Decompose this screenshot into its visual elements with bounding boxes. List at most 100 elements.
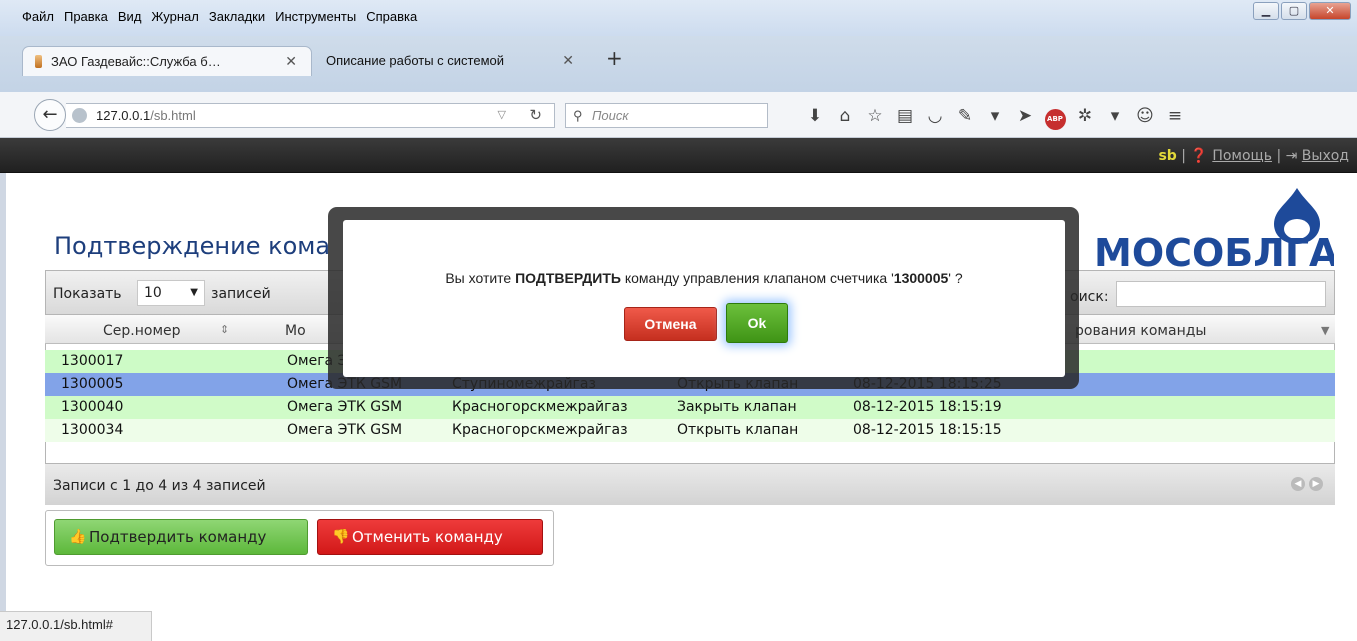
- home-icon[interactable]: ⌂: [830, 104, 860, 130]
- menu-file[interactable]: Файл: [22, 9, 54, 24]
- table-footer: Записи с 1 до 4 из 4 записей ◀ ▶: [45, 463, 1335, 505]
- status-bar: 127.0.0.1/sb.html#: [0, 611, 152, 641]
- cell-serial: 1300005: [61, 376, 124, 392]
- addon-icon[interactable]: ✲: [1070, 104, 1100, 130]
- col-command-time[interactable]: рования команды: [1075, 323, 1206, 339]
- cell-time: 08-12-2015 18:15:19: [853, 399, 1002, 415]
- thumbs-down-icon: 👎: [332, 529, 350, 545]
- tab-description[interactable]: Описание работы с системой ✕: [318, 46, 588, 76]
- separator: |: [1181, 148, 1186, 164]
- page-title: Подтверждение кома: [54, 232, 331, 260]
- bookmark-star-icon[interactable]: ☆: [860, 104, 890, 130]
- cancel-command-button[interactable]: 👎 Отменить команду: [317, 519, 543, 555]
- globe-icon: [72, 108, 87, 123]
- dialog-cancel-button[interactable]: Отмена: [624, 307, 717, 341]
- url-dropdown-icon[interactable]: ▽: [498, 104, 506, 127]
- user-links: sb | ❓ Помощь | ⇥ Выход: [1158, 148, 1349, 164]
- msg-mid: команду управления клапаном счетчика ': [620, 270, 894, 286]
- close-window-icon[interactable]: ✕: [1309, 2, 1351, 20]
- help-link[interactable]: Помощь: [1212, 148, 1272, 164]
- dialog-message: Вы хотите ПОДТВЕРДИТЬ команду управления…: [343, 270, 1065, 286]
- menu-tools[interactable]: Инструменты: [275, 9, 356, 24]
- tab-label: Описание работы с системой: [326, 53, 505, 68]
- tab-close-icon[interactable]: ✕: [562, 46, 574, 75]
- browser-search-input[interactable]: ⚲ Поиск: [565, 103, 768, 128]
- menu-history[interactable]: Журнал: [151, 9, 198, 24]
- cell-serial: 1300040: [61, 399, 124, 415]
- menu-bookmarks[interactable]: Закладки: [209, 9, 265, 24]
- reload-icon[interactable]: ↻: [529, 104, 542, 127]
- col-serial[interactable]: Сер.номер: [103, 323, 181, 339]
- table-row[interactable]: 1300034 Омега ЭТК GSM Красногорскмежрайг…: [45, 419, 1335, 442]
- address-bar[interactable]: 127.0.0.1/sb.html ▽ ↻: [66, 103, 555, 128]
- reading-list-icon[interactable]: ▤: [890, 104, 920, 130]
- msg-post: ' ?: [948, 270, 963, 286]
- download-icon[interactable]: ⬇: [800, 104, 830, 130]
- table-info: Записи с 1 до 4 из 4 записей: [53, 478, 266, 494]
- menu-view[interactable]: Вид: [118, 9, 142, 24]
- separator: |: [1276, 148, 1282, 164]
- tab-close-icon[interactable]: ✕: [285, 47, 297, 76]
- col-model[interactable]: Мо: [285, 323, 306, 339]
- logout-icon: ⇥: [1285, 148, 1298, 164]
- send-icon[interactable]: ➤: [1010, 104, 1040, 130]
- confirm-label: Подтвердить команду: [89, 528, 267, 546]
- help-icon: ❓: [1190, 148, 1208, 164]
- logout-link[interactable]: Выход: [1302, 148, 1349, 164]
- length-label: Показать: [53, 286, 122, 302]
- menu-list: Файл Правка Вид Журнал Закладки Инструме…: [22, 9, 427, 24]
- confirm-dialog: [343, 220, 1065, 377]
- dropdown-icon[interactable]: ▾: [1100, 104, 1130, 130]
- search-icon: ⚲: [573, 108, 583, 123]
- page-size-select[interactable]: 10 ▼: [137, 280, 205, 306]
- msg-serial: 1300005: [893, 270, 949, 286]
- cell-time: 08-12-2015 18:15:15: [853, 422, 1002, 438]
- sort-icon[interactable]: ⇕: [220, 323, 229, 336]
- mosoblgaz-logo: МОСОБЛГАЗ: [1094, 188, 1334, 270]
- smiley-icon[interactable]: ☺: [1130, 104, 1160, 130]
- maximize-icon[interactable]: ▢: [1281, 2, 1307, 20]
- username: sb: [1158, 148, 1177, 164]
- cell-command: Закрыть клапан: [677, 399, 797, 415]
- prev-page-icon[interactable]: ◀: [1291, 477, 1305, 491]
- hamburger-menu-icon[interactable]: ≡: [1160, 104, 1190, 130]
- new-tab-icon[interactable]: +: [606, 46, 623, 70]
- cell-org: Красногорскмежрайгаз: [452, 399, 628, 415]
- msg-bold: ПОДТВЕРДИТЬ: [515, 270, 621, 286]
- confirm-command-button[interactable]: 👍 Подтвердить команду: [54, 519, 308, 555]
- dialog-ok-button[interactable]: Ok: [726, 303, 788, 343]
- pocket-icon[interactable]: ◡: [920, 104, 950, 130]
- minimize-icon[interactable]: ▁: [1253, 2, 1279, 20]
- window-frame: [0, 138, 6, 641]
- sort-desc-icon[interactable]: ▼: [1321, 324, 1329, 337]
- cell-model: Омега ЭТК GSM: [287, 422, 403, 438]
- svg-text:МОСОБЛГАЗ: МОСОБЛГАЗ: [1094, 231, 1334, 270]
- pagination: ◀ ▶: [1291, 477, 1323, 491]
- cell-command: Открыть клапан: [677, 422, 799, 438]
- tab-active[interactable]: ЗАО Газдевайс::Служба б… ✕: [22, 46, 312, 76]
- cell-model: Омега ЭТК GSM: [287, 399, 403, 415]
- table-row[interactable]: 1300040 Омега ЭТК GSM Красногорскмежрайг…: [45, 396, 1335, 419]
- table-search-input[interactable]: [1116, 281, 1326, 307]
- records-label: записей: [211, 286, 271, 302]
- msg-pre: Вы хотите: [445, 270, 516, 286]
- window-controls: ▁ ▢ ✕: [1253, 2, 1351, 20]
- menu-help[interactable]: Справка: [366, 9, 417, 24]
- url-path: /sb.html: [150, 108, 196, 123]
- dropdown-icon[interactable]: ▾: [980, 104, 1010, 130]
- search-placeholder: Поиск: [592, 108, 629, 123]
- eyedropper-icon[interactable]: ✎: [950, 104, 980, 130]
- cancel-label: Отменить команду: [352, 528, 503, 546]
- menu-edit[interactable]: Правка: [64, 9, 108, 24]
- app-topbar: [0, 138, 1357, 173]
- thumbs-up-icon: 👍: [69, 529, 87, 545]
- next-page-icon[interactable]: ▶: [1309, 477, 1323, 491]
- page-size-value: 10: [144, 285, 162, 301]
- tab-label: ЗАО Газдевайс::Служба б…: [51, 54, 221, 69]
- tab-strip: ЗАО Газдевайс::Служба б… ✕ Описание рабо…: [0, 36, 1357, 92]
- chevron-down-icon: ▼: [190, 287, 198, 298]
- back-button[interactable]: ←: [34, 99, 66, 131]
- cell-org: Красногорскмежрайгаз: [452, 422, 628, 438]
- adblock-icon[interactable]: ABP: [1040, 104, 1070, 130]
- url-host: 127.0.0.1: [96, 108, 151, 123]
